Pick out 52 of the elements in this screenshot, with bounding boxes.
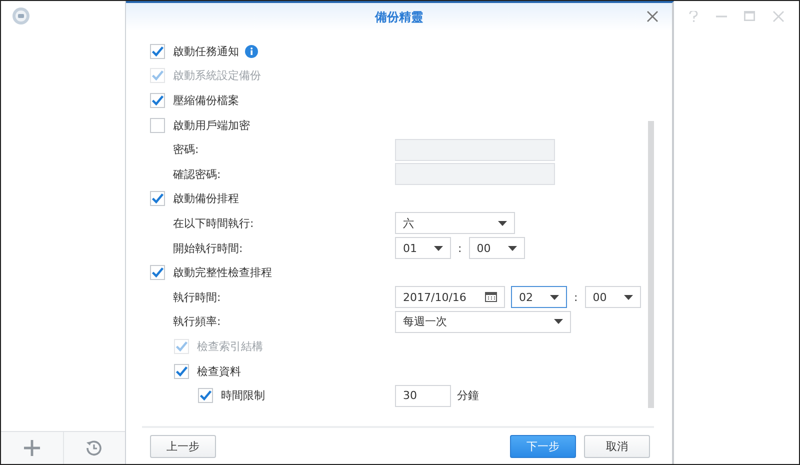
dropdown-arrow-icon	[498, 220, 507, 226]
history-icon[interactable]	[86, 440, 102, 456]
field-label: 在以下時間執行:	[172, 216, 254, 231]
dropdown[interactable]: 每週一次	[395, 310, 571, 333]
scrollbar[interactable]	[648, 121, 654, 408]
dropdown-arrow-icon	[554, 319, 563, 324]
dropdown-arrow-icon	[434, 246, 443, 251]
checkbox[interactable]	[198, 388, 213, 404]
wizard-button[interactable]: 上一步	[150, 434, 216, 458]
checkbox-label: 啟動備份排程	[173, 191, 239, 206]
dropdown[interactable]: 02	[511, 286, 567, 308]
dropdown-arrow-icon	[550, 294, 559, 300]
checkbox-label: 壓縮備份檔案	[173, 92, 239, 108]
wizard-button[interactable]: 取消	[584, 434, 650, 458]
dropdown[interactable]: 00	[468, 237, 525, 260]
info-icon[interactable]	[245, 44, 258, 58]
dialog-title: 備份精靈	[375, 8, 423, 26]
app-icon[interactable]	[12, 7, 30, 25]
checkbox-label: 啟動系統設定備份	[173, 68, 261, 84]
checkbox-label: 時間限制	[221, 388, 265, 404]
field-label: 密碼:	[172, 142, 199, 158]
checkbox[interactable]	[150, 191, 165, 206]
checkbox[interactable]	[150, 44, 165, 59]
maximize-icon[interactable]	[744, 11, 756, 21]
separator: :	[573, 290, 579, 304]
checkbox-label: 啟動用戶端加密	[173, 118, 250, 133]
calendar-icon[interactable]	[485, 292, 497, 302]
unit-label: 分鐘	[457, 388, 479, 404]
checkbox[interactable]	[150, 265, 165, 280]
dropdown[interactable]: 01	[395, 237, 451, 260]
field-label: 執行頻率:	[172, 314, 221, 330]
dropdown-arrow-icon	[624, 294, 633, 300]
checkbox[interactable]	[150, 92, 165, 108]
checkbox-label: 啟動完整性檢查排程	[173, 265, 272, 280]
checkbox-label: 啟動任務通知	[173, 44, 239, 59]
checkbox-label: 檢查資料	[197, 364, 241, 379]
date-field[interactable]: 2017/10/16	[395, 286, 505, 308]
separator: :	[457, 242, 463, 255]
dropdown-arrow-icon	[508, 246, 517, 251]
dropdown[interactable]: 00	[584, 286, 641, 308]
dropdown[interactable]: 六	[395, 212, 515, 234]
minimize-icon[interactable]	[716, 14, 727, 18]
number-field[interactable]: 30	[395, 384, 451, 407]
close-icon[interactable]	[647, 11, 658, 22]
checkbox-label: 檢查索引結構	[197, 338, 263, 354]
checkbox[interactable]	[150, 118, 165, 133]
add-icon[interactable]	[24, 440, 40, 456]
field-label: 開始執行時間:	[172, 240, 243, 256]
field-label: 確認密碼:	[172, 166, 221, 182]
checkbox[interactable]	[174, 364, 189, 379]
field-label: 執行時間:	[172, 290, 221, 305]
help-icon[interactable]	[688, 10, 698, 22]
